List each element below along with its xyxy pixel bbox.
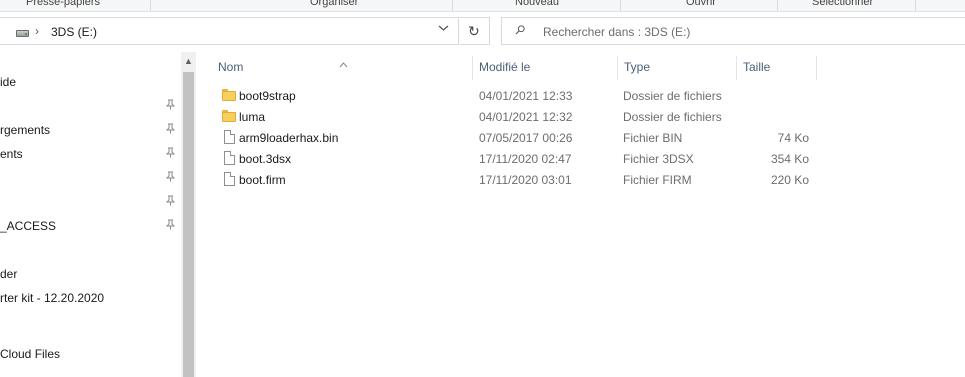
file-modified: 04/01/2021 12:33 xyxy=(479,89,573,103)
pin-icon[interactable] xyxy=(166,171,175,182)
ribbon-group-select: Sélectionner xyxy=(812,0,874,8)
nav-item-guide[interactable]: ide xyxy=(0,71,181,93)
file-name: boot.firm xyxy=(239,173,286,187)
breadcrumb-chevron-icon[interactable]: › xyxy=(35,24,39,38)
nav-item-label: rgements xyxy=(0,123,51,137)
file-modified: 17/11/2020 03:01 xyxy=(479,173,572,187)
nav-item-label: der xyxy=(0,267,18,281)
file-name: boot9strap xyxy=(239,89,296,103)
ribbon-group-labels: Presse-papiers Organiser Nouveau Ouvrir … xyxy=(0,0,965,12)
file-type: Fichier BIN xyxy=(623,131,683,145)
file-modified: 07/05/2017 00:26 xyxy=(479,131,573,145)
ribbon-separator xyxy=(915,0,916,11)
pin-icon[interactable] xyxy=(166,99,175,110)
address-bar[interactable]: › 3DS (E:) xyxy=(0,17,459,45)
ribbon-separator xyxy=(452,0,453,11)
file-name: arm9loaderhax.bin xyxy=(239,131,339,145)
file-name: boot.3dsx xyxy=(239,152,292,166)
nav-item-label: ide xyxy=(0,75,17,89)
column-header-modified-label: Modifié le xyxy=(479,60,531,74)
ribbon-group-organise: Organiser xyxy=(310,0,359,8)
file-type: Fichier FIRM xyxy=(623,173,692,187)
file-icon xyxy=(224,151,235,165)
ribbon-group-clipboard: Presse-papiers xyxy=(26,0,100,8)
column-separator[interactable] xyxy=(816,56,817,80)
ribbon-separator xyxy=(620,0,621,11)
file-modified: 04/01/2021 12:32 xyxy=(479,110,573,124)
column-header-name[interactable]: Nom xyxy=(196,52,472,82)
file-list: boot9strap 04/01/2021 12:33 Dossier de f… xyxy=(196,85,965,190)
pin-icon[interactable] xyxy=(166,195,175,206)
nav-item-label: _ACCESS xyxy=(0,219,57,233)
search-icon xyxy=(515,25,525,35)
address-bar-row: › 3DS (E:) ↻ Rechercher dans : 3DS (E:) xyxy=(0,13,965,49)
column-header-name-label: Nom xyxy=(218,60,244,74)
refresh-icon: ↻ xyxy=(468,23,480,39)
column-header-type[interactable]: Type xyxy=(618,52,736,82)
file-modified: 17/11/2020 02:47 xyxy=(479,152,572,166)
file-name: luma xyxy=(239,110,266,124)
file-icon xyxy=(224,172,235,186)
nav-item-label: ents xyxy=(0,147,23,161)
nav-item-pinned[interactable] xyxy=(0,167,181,189)
ribbon-separator xyxy=(150,0,151,11)
search-placeholder: Rechercher dans : 3DS (E:) xyxy=(543,25,691,39)
scrollbar-thumb[interactable] xyxy=(183,72,194,377)
pin-icon[interactable] xyxy=(166,219,175,230)
file-row[interactable]: arm9loaderhax.bin 07/05/2017 00:26 Fichi… xyxy=(196,127,816,148)
ribbon-group-open: Ouvrir xyxy=(686,0,716,8)
nav-item-cloud-files[interactable]: Cloud Files xyxy=(0,343,181,365)
nav-item-documents[interactable]: ents xyxy=(0,143,181,165)
folder-icon xyxy=(222,89,236,101)
navigation-pane: ide rgements ents _ACCESS der rter kit -… xyxy=(0,52,181,377)
file-size: 74 Ko xyxy=(777,131,809,145)
nav-item-starter-kit[interactable]: rter kit - 12.20.2020 xyxy=(0,287,181,309)
ribbon-separator xyxy=(777,0,778,11)
nav-item-label: Cloud Files xyxy=(0,347,61,361)
nav-item-access[interactable]: _ACCESS xyxy=(0,215,181,237)
file-type: Fichier 3DSX xyxy=(623,152,694,166)
file-type: Dossier de fichiers xyxy=(623,110,722,124)
ribbon-group-new: Nouveau xyxy=(515,0,560,8)
file-row[interactable]: luma 04/01/2021 12:32 Dossier de fichier… xyxy=(196,106,816,127)
file-icon xyxy=(224,130,235,144)
nav-item-folder[interactable]: der xyxy=(0,263,181,285)
column-header-type-label: Type xyxy=(624,60,651,74)
file-row[interactable]: boot.firm 17/11/2020 03:01 Fichier FIRM … xyxy=(196,169,816,190)
column-header-size[interactable]: Taille xyxy=(737,52,816,82)
nav-scrollbar[interactable]: ▲ xyxy=(181,52,196,377)
file-size: 220 Ko xyxy=(770,173,809,187)
file-row[interactable]: boot.3dsx 17/11/2020 02:47 Fichier 3DSX … xyxy=(196,148,816,169)
pin-icon[interactable] xyxy=(166,123,175,134)
column-header-modified[interactable]: Modifié le xyxy=(473,52,617,82)
pin-icon[interactable] xyxy=(166,147,175,158)
file-type: Dossier de fichiers xyxy=(623,89,722,103)
address-history-dropdown-icon[interactable] xyxy=(438,24,449,35)
drive-icon xyxy=(16,30,29,37)
nav-item-downloads[interactable]: rgements xyxy=(0,119,181,141)
sort-ascending-icon xyxy=(339,60,348,70)
column-header-size-label: Taille xyxy=(743,60,771,74)
folder-icon xyxy=(222,110,236,122)
column-headers: Nom Modifié le Type Taille xyxy=(196,52,965,82)
file-row[interactable]: boot9strap 04/01/2021 12:33 Dossier de f… xyxy=(196,85,816,106)
nav-item-label: rter kit - 12.20.2020 xyxy=(0,291,105,305)
breadcrumb-current-drive[interactable]: 3DS (E:) xyxy=(51,25,97,39)
nav-item-pinned[interactable] xyxy=(0,95,181,117)
search-input[interactable]: Rechercher dans : 3DS (E:) xyxy=(501,17,965,45)
nav-item-pinned[interactable] xyxy=(0,191,181,213)
scroll-up-arrow-icon[interactable]: ▲ xyxy=(181,52,196,70)
refresh-button[interactable]: ↻ xyxy=(460,17,490,45)
file-size: 354 Ko xyxy=(770,152,809,166)
